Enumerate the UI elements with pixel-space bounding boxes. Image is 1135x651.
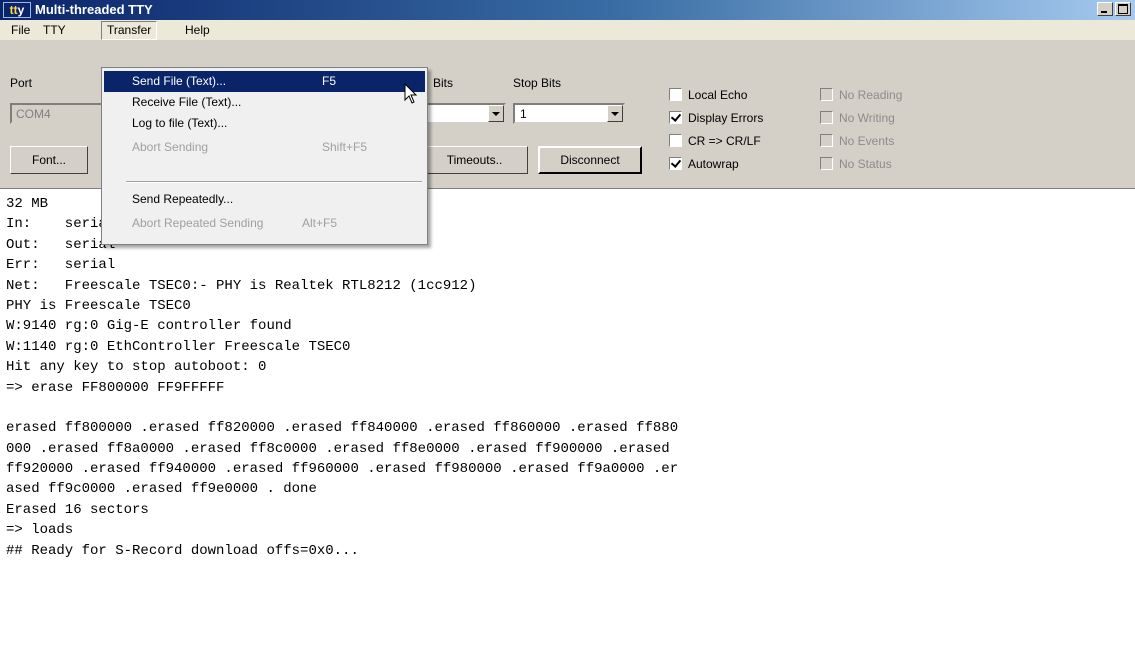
timeouts-button[interactable]: Timeouts.. bbox=[413, 146, 528, 174]
terminal-line: => loads bbox=[6, 522, 74, 539]
terminal-line: Hit any key to stop autoboot: 0 bbox=[6, 359, 267, 376]
checkbox-box[interactable] bbox=[669, 88, 682, 101]
checkbox-box bbox=[820, 88, 833, 101]
menu-bar: File TTY Transfer Help bbox=[0, 20, 1135, 40]
menu-item-abort-sending: Abort Sending Shift+F5 bbox=[104, 137, 425, 158]
terminal-line: Err: serial bbox=[6, 257, 116, 274]
menu-file[interactable]: File bbox=[6, 22, 35, 38]
terminal-line: => erase FF800000 FF9FFFFF bbox=[6, 379, 225, 396]
chevron-down-icon[interactable] bbox=[607, 105, 623, 122]
bits-combobox[interactable] bbox=[425, 103, 506, 124]
port-value: COM4 bbox=[16, 107, 51, 121]
checkbox-box[interactable] bbox=[669, 111, 682, 124]
menu-item-send-repeatedly[interactable]: Send Repeatedly... bbox=[104, 189, 425, 210]
checkbox-label: CR => CR/LF bbox=[688, 134, 761, 148]
title-bar: tty Multi-threaded TTY bbox=[0, 0, 1135, 20]
minimize-button[interactable] bbox=[1097, 2, 1113, 16]
window-title: Multi-threaded TTY bbox=[35, 2, 153, 17]
checkbox-box[interactable] bbox=[669, 134, 682, 147]
checkbox-box bbox=[820, 157, 833, 170]
menu-item-shortcut: Alt+F5 bbox=[302, 216, 338, 230]
menu-item-shortcut: F5 bbox=[322, 74, 337, 88]
terminal-line: W:9140 rg:0 Gig-E controller found bbox=[6, 318, 292, 335]
terminal-line: 000 .erased ff8a0000 .erased ff8c0000 .e… bbox=[6, 440, 670, 457]
checkbox-label: No Status bbox=[839, 157, 892, 171]
terminal-line: erased ff800000 .erased ff820000 .erased… bbox=[6, 420, 679, 437]
mouse-pointer-icon bbox=[404, 83, 418, 104]
chevron-down-icon[interactable] bbox=[488, 105, 504, 122]
checkbox-box[interactable] bbox=[669, 157, 682, 170]
port-combobox[interactable]: COM4 bbox=[10, 103, 105, 124]
menu-item-label: Receive File (Text)... bbox=[132, 95, 242, 109]
menu-item-send-file[interactable]: Send File (Text)... F5 bbox=[104, 71, 425, 92]
menu-item-receive-file[interactable]: Receive File (Text)... bbox=[104, 92, 425, 113]
checkbox-label: No Writing bbox=[839, 111, 895, 125]
stop-bits-value: 1 bbox=[520, 107, 527, 121]
menu-item-label: Log to file (Text)... bbox=[132, 116, 228, 130]
app-icon[interactable]: tty bbox=[3, 2, 31, 18]
terminal-line: PHY is Freescale TSEC0 bbox=[6, 297, 191, 314]
stop-bits-combobox[interactable]: 1 bbox=[513, 103, 625, 124]
menu-separator bbox=[126, 181, 422, 183]
bits-label: Bits bbox=[433, 76, 454, 90]
terminal-line: W:1140 rg:0 EthController Freescale TSEC… bbox=[6, 338, 351, 355]
menu-help[interactable]: Help bbox=[180, 22, 215, 38]
menu-item-label: Abort Sending bbox=[132, 140, 209, 154]
port-label: Port bbox=[10, 76, 33, 90]
checkbox-label: No Events bbox=[839, 134, 895, 148]
terminal-output[interactable]: 32 MB In: serial Out: serial Err: serial… bbox=[6, 194, 1126, 561]
disconnect-button[interactable]: Disconnect bbox=[538, 146, 642, 174]
maximize-button[interactable] bbox=[1115, 2, 1131, 16]
stop-bits-label: Stop Bits bbox=[513, 76, 562, 90]
checkbox-label: No Reading bbox=[839, 88, 903, 102]
terminal-line: Net: Freescale TSEC0:- PHY is Realtek RT… bbox=[6, 277, 477, 294]
menu-item-label: Abort Repeated Sending bbox=[132, 216, 264, 230]
checkbox-label: Autowrap bbox=[688, 157, 739, 171]
checkbox-box bbox=[820, 111, 833, 124]
menu-item-log-to-file[interactable]: Log to file (Text)... bbox=[104, 113, 425, 134]
menu-item-label: Send File (Text)... bbox=[132, 74, 227, 88]
font-button[interactable]: Font... bbox=[10, 146, 88, 174]
checkbox-box bbox=[820, 134, 833, 147]
menu-tty[interactable]: TTY bbox=[38, 22, 71, 38]
menu-item-abort-repeated-sending: Abort Repeated Sending Alt+F5 bbox=[104, 213, 425, 234]
terminal-line: ff920000 .erased ff940000 .erased ff9600… bbox=[6, 461, 679, 478]
terminal-line: ## Ready for S-Record download offs=0x0.… bbox=[6, 542, 359, 559]
terminal-line: ased ff9c0000 .erased ff9e0000 . done bbox=[6, 481, 317, 498]
terminal-line: Erased 16 sectors bbox=[6, 501, 149, 518]
menu-item-label: Send Repeatedly... bbox=[132, 192, 234, 206]
menu-item-shortcut: Shift+F5 bbox=[322, 140, 368, 154]
transfer-dropdown-menu: Send File (Text)... F5 Receive File (Tex… bbox=[101, 67, 428, 245]
checkbox-label: Local Echo bbox=[688, 88, 748, 102]
menu-transfer[interactable]: Transfer bbox=[101, 21, 158, 40]
checkbox-label: Display Errors bbox=[688, 111, 764, 125]
